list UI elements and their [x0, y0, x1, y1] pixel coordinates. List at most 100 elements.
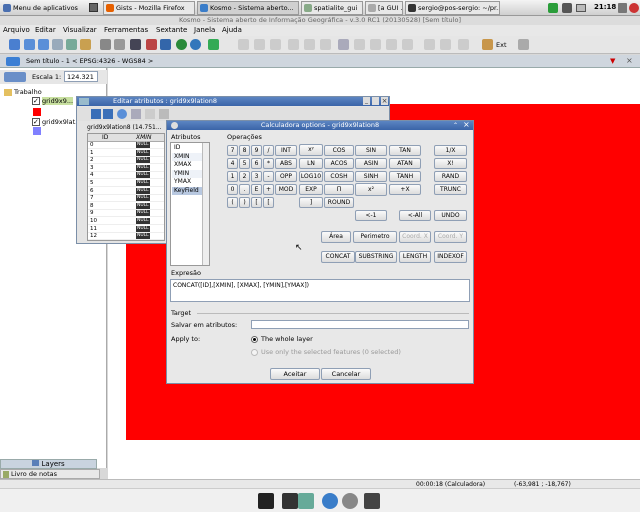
calc-btn-2[interactable]: 2: [239, 171, 250, 182]
calc-btn-round[interactable]: ROUND: [324, 197, 354, 208]
calc-btn-6[interactable]: 6: [251, 158, 262, 169]
edit-attributes-titlebar[interactable]: Editar atributos : grid9x9lation8 _ ×: [77, 97, 389, 106]
accept-button[interactable]: Aceitar: [270, 368, 320, 380]
calc-btn-sin[interactable]: SIN: [355, 145, 387, 156]
calc-btn-xx[interactable]: +X: [389, 184, 421, 195]
move-icon[interactable]: [130, 39, 141, 50]
pan-to-icon[interactable]: [131, 109, 141, 119]
radio-whole-layer[interactable]: [251, 336, 258, 343]
attribute-item[interactable]: KeyField: [172, 186, 202, 195]
task-gui[interactable]: [a GUI ...: [365, 1, 403, 15]
task-firefox[interactable]: Gists - Mozilla Firefox: [103, 1, 195, 15]
refresh-icon[interactable]: [145, 109, 155, 119]
layer1-label[interactable]: grid9x9...: [42, 97, 74, 105]
paste-icon[interactable]: [386, 39, 397, 50]
calc-btn-7[interactable]: 7: [227, 145, 238, 156]
calc-btn-x[interactable]: Π: [324, 184, 354, 195]
calc-btn-xxall[interactable]: <-All: [399, 210, 431, 221]
calc-btn-9[interactable]: 9: [251, 145, 262, 156]
calc-btn-exp[interactable]: EXP: [299, 184, 323, 195]
radio-selected-features[interactable]: [251, 349, 258, 356]
calc-close-icon[interactable]: ×: [463, 120, 470, 129]
menu-arquivo[interactable]: Arquivo: [3, 25, 30, 36]
zoom-extent-icon[interactable]: [66, 39, 77, 50]
info-icon[interactable]: [190, 39, 201, 50]
calc-btn-ln[interactable]: LN: [299, 158, 323, 169]
folder-dock-icon[interactable]: [364, 493, 380, 509]
calc-btn-tanh[interactable]: TANH: [389, 171, 421, 182]
select-box-icon[interactable]: [114, 39, 125, 50]
calc-btn-3[interactable]: 3: [251, 171, 262, 182]
split-icon[interactable]: [320, 39, 331, 50]
attribute-item[interactable]: XMIN: [172, 152, 202, 161]
scale-input[interactable]: 124.321: [64, 71, 98, 82]
close-icon[interactable]: ×: [381, 97, 388, 105]
calc-btn-xx[interactable]: xʸ: [299, 144, 323, 156]
calc-btn-1[interactable]: 1: [227, 171, 238, 182]
delete-icon[interactable]: [402, 39, 413, 50]
attribute-item[interactable]: YMIN: [172, 169, 202, 178]
task-kosmo[interactable]: Kosmo - Sistema aberto...: [197, 1, 299, 15]
calc-btn-trunc[interactable]: TRUNC: [434, 184, 467, 195]
maximize-icon[interactable]: [372, 97, 379, 105]
files-dock-icon[interactable]: [298, 493, 314, 509]
menu-visualizar[interactable]: Visualizar: [63, 25, 97, 36]
calc-btn-sinh[interactable]: SINH: [355, 171, 387, 182]
tab-arrow-icon[interactable]: ▼: [610, 57, 615, 65]
calc-btn-x[interactable]: ]: [299, 197, 323, 208]
arrow-up-icon[interactable]: [91, 109, 101, 119]
calc-btn-x[interactable]: -: [263, 171, 274, 182]
calc-btn-abs[interactable]: ABS: [275, 158, 297, 169]
calc-btn-opp[interactable]: OPP: [275, 171, 297, 182]
col-xmin-header[interactable]: XMIN: [136, 134, 152, 142]
calc-btn-int[interactable]: INT: [275, 145, 297, 156]
package-icon[interactable]: [482, 39, 493, 50]
draw-polygon-icon[interactable]: [270, 39, 281, 50]
tab-notes[interactable]: Livro de notas: [0, 469, 100, 479]
zoom-in-icon[interactable]: [24, 39, 35, 50]
calc-btn-perimetro[interactable]: Perimetro: [353, 231, 397, 243]
col-id-header[interactable]: ID: [102, 134, 108, 142]
cancel-button[interactable]: Cancelar: [321, 368, 371, 380]
draw-point-icon[interactable]: [288, 39, 299, 50]
calc-btn-rand[interactable]: RAND: [434, 171, 467, 182]
calc-btn-xx1[interactable]: <-1: [355, 210, 387, 221]
calc-btn-1xx[interactable]: 1/X: [434, 145, 467, 156]
calc-btn-5[interactable]: 5: [239, 158, 250, 169]
task-spatialite[interactable]: spatialite_gui: [301, 1, 363, 15]
calculator-titlebar[interactable]: Calculadora options - grid9x9lation8 ⌃ ×: [167, 120, 473, 130]
table-row[interactable]: 1 NULL: [88, 149, 164, 157]
browser-dock-icon[interactable]: [322, 493, 338, 509]
edit-layer-tab[interactable]: grid9x9lation8 (14.751...: [87, 123, 167, 132]
zoom-out-icon[interactable]: [38, 39, 49, 50]
undo-icon[interactable]: [424, 39, 435, 50]
power-icon[interactable]: [629, 3, 639, 13]
calc-btn-4[interactable]: 4: [227, 158, 238, 169]
calc-btn-length[interactable]: LENGTH: [399, 251, 431, 263]
table-row[interactable]: 7 NULL: [88, 195, 164, 203]
calc-btn-x[interactable]: .: [239, 184, 250, 195]
terminal-dock-icon[interactable]: [282, 493, 298, 509]
menu-janela[interactable]: Janela: [194, 25, 215, 36]
show-desktop-icon[interactable]: [258, 493, 274, 509]
calc-btn-8[interactable]: 8: [239, 145, 250, 156]
layer2-checkbox[interactable]: ✓: [32, 118, 40, 126]
calc-btn-x[interactable]: [: [251, 197, 262, 208]
tab-layers[interactable]: Layers: [0, 459, 97, 469]
calculator-icon[interactable]: [159, 109, 169, 119]
draw-line-icon[interactable]: [254, 39, 265, 50]
lock-icon[interactable]: [618, 3, 627, 13]
calc-btn-atan[interactable]: ATAN: [389, 158, 421, 169]
table-row[interactable]: 0 NULL: [88, 142, 164, 149]
menu-sextante[interactable]: Sextante: [156, 25, 187, 36]
calc-btn-concat[interactable]: CONCAT: [321, 251, 355, 263]
pencil-icon[interactable]: [238, 39, 249, 50]
zoom-to-icon[interactable]: [117, 109, 127, 119]
vertex-icon[interactable]: [304, 39, 315, 50]
pan-icon[interactable]: [80, 39, 91, 50]
attribute-item[interactable]: XMAX: [172, 161, 202, 169]
volume-icon[interactable]: [562, 3, 572, 13]
calc-btn-xx[interactable]: x²: [355, 183, 387, 196]
search-dock-icon[interactable]: [342, 493, 358, 509]
calc-btn-xx[interactable]: X!: [434, 158, 467, 169]
